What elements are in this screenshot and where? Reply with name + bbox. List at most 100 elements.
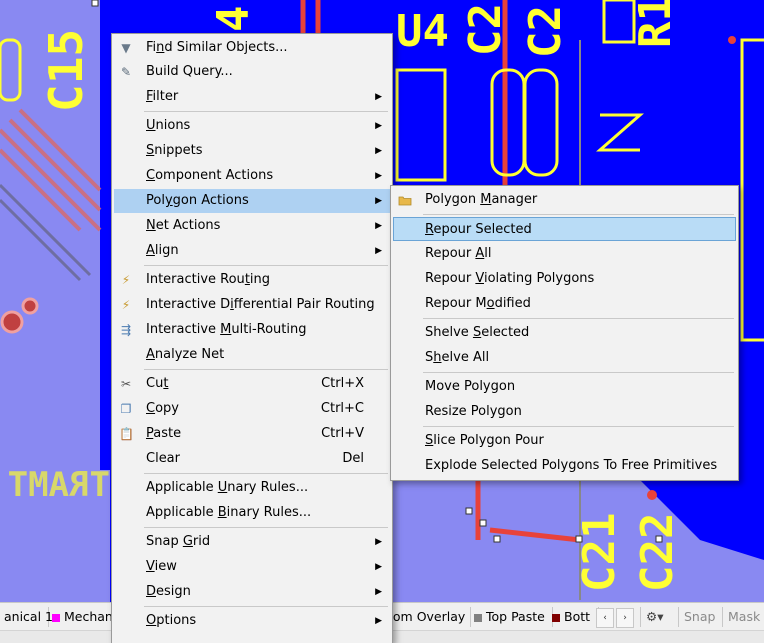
menu-separator <box>423 318 734 319</box>
menu-item-label: Interactive Multi-Routing <box>146 322 307 337</box>
menu-item-interactive-multi-routing[interactable]: ⇶ Interactive Multi-Routing <box>114 318 390 342</box>
menu-item-shelve-all[interactable]: Shelve All <box>393 346 736 370</box>
mask-label: Mask <box>728 609 761 624</box>
menu-item-net-actions[interactable]: Net Actions ▶ <box>114 214 390 238</box>
menu-item-explode-selected-polygons[interactable]: Explode Selected Polygons To Free Primit… <box>393 454 736 478</box>
layer-color-swatch <box>474 613 482 622</box>
menu-item-snap-grid[interactable]: Snap Grid ▶ <box>114 530 390 554</box>
copy-icon: ❐ <box>120 402 132 416</box>
menu-separator <box>423 426 734 427</box>
menu-item-slice-polygon-pour[interactable]: Slice Polygon Pour <box>393 429 736 453</box>
menu-item-polygon-actions[interactable]: Polygon Actions ▶ <box>114 189 390 213</box>
menu-item-label: Snippets <box>146 143 203 158</box>
submenu-arrow-icon: ▶ <box>375 246 382 256</box>
menu-separator <box>423 214 734 215</box>
funnel-icon: ▼ <box>121 41 131 55</box>
layer-tab-label: anical 1 <box>4 609 53 624</box>
menu-item-label: Resize Polygon <box>425 404 522 419</box>
layer-filter-icon: ⚙▾ <box>646 609 664 624</box>
polygon-actions-submenu: Polygon Manager Repour Selected Repour A… <box>390 185 739 481</box>
designator-c22: C22 <box>632 513 683 592</box>
menu-item-label: Cut <box>146 376 169 391</box>
menu-item-shelve-selected[interactable]: Shelve Selected <box>393 321 736 345</box>
menu-item-label: Interactive Routing <box>146 272 271 287</box>
menu-item-cut[interactable]: ✂ Cut Ctrl+X <box>114 372 390 396</box>
menu-item-label: Shelve Selected <box>425 325 530 340</box>
menu-item-options[interactable]: Options ▶ <box>114 609 390 633</box>
menu-item-build-query[interactable]: ✎ Build Query... <box>114 60 390 84</box>
layer-tab-mechanical[interactable]: Mechan <box>48 607 113 627</box>
menu-item-clear[interactable]: Clear Del <box>114 447 390 471</box>
submenu-arrow-icon: ▶ <box>375 562 382 572</box>
via <box>647 490 657 500</box>
menu-item-unions[interactable]: Unions ▶ <box>114 114 390 138</box>
menu-item-label: Component Actions <box>146 168 274 183</box>
menu-item-find-similar-objects[interactable]: ▼ Find Similar Objects... <box>114 36 390 60</box>
menu-separator <box>423 372 734 373</box>
submenu-arrow-icon: ▶ <box>375 221 382 231</box>
menu-item-repour-violating-polygons[interactable]: Repour Violating Polygons <box>393 267 736 291</box>
menu-item-paste[interactable]: 📋 Paste Ctrl+V <box>114 422 390 446</box>
menu-item-move-polygon[interactable]: Move Polygon <box>393 375 736 399</box>
menu-item-repour-modified[interactable]: Repour Modified <box>393 292 736 316</box>
layer-tab-label: Bott <box>564 609 591 624</box>
menu-item-label: Filter <box>146 89 179 104</box>
via <box>728 36 736 44</box>
layer-tab-label: Top Paste <box>486 609 545 624</box>
menu-item-label: Options <box>146 613 197 628</box>
layer-tab-top-paste[interactable]: Top Paste <box>470 607 553 627</box>
diff-pair-icon: ⚡ <box>121 298 131 312</box>
menu-item-label: Applicable Binary Rules... <box>146 505 312 520</box>
layer-tab-label: Mechan <box>64 609 113 624</box>
menu-item-view[interactable]: View ▶ <box>114 555 390 579</box>
menu-separator <box>144 111 388 112</box>
menu-item-label: Repour Selected <box>425 222 532 237</box>
chevron-right-icon: › <box>623 613 627 623</box>
menu-item-copy[interactable]: ❐ Copy Ctrl+C <box>114 397 390 421</box>
menu-item-analyze-net[interactable]: Analyze Net <box>114 343 390 367</box>
menu-item-label: Net Actions <box>146 218 221 233</box>
submenu-arrow-icon: ▶ <box>375 171 382 181</box>
menu-item-label: Applicable Unary Rules... <box>146 480 309 495</box>
layer-tab-label: tom Overlay <box>388 609 466 624</box>
menu-item-interactive-routing[interactable]: ⚡ Interactive Routing <box>114 268 390 292</box>
layer-scroll-left-button[interactable]: ‹ <box>596 608 614 628</box>
menu-item-align[interactable]: Align ▶ <box>114 239 390 263</box>
layer-tab-mechanical-1[interactable]: anical 1 <box>0 607 53 627</box>
menu-item-applicable-binary-rules[interactable]: Applicable Binary Rules... <box>114 501 390 525</box>
menu-item-label: Clear <box>146 451 180 466</box>
menu-item-label: Slice Polygon Pour <box>425 433 544 448</box>
menu-item-snippets[interactable]: Snippets ▶ <box>114 139 390 163</box>
menu-item-label: Paste <box>146 426 182 441</box>
submenu-arrow-icon: ▶ <box>375 146 382 156</box>
menu-item-design[interactable]: Design ▶ <box>114 580 390 604</box>
menu-item-label: Unions <box>146 118 191 133</box>
menu-item-label: Repour Modified <box>425 296 531 311</box>
shortcut-label: Ctrl+C <box>320 401 364 416</box>
designator-r1: R1 <box>630 0 681 48</box>
scissors-icon: ✂ <box>120 377 132 391</box>
shortcut-label: Del <box>342 451 364 466</box>
layer-color-swatch <box>552 613 560 622</box>
menu-item-repour-selected[interactable]: Repour Selected <box>393 217 736 241</box>
route-icon: ⚡ <box>121 273 131 287</box>
layer-tab-bottom[interactable]: Bott <box>548 607 599 627</box>
designator-c2-b: C2 <box>520 5 571 58</box>
layer-color-swatch <box>52 613 60 622</box>
menu-item-filter[interactable]: Filter ▶ <box>114 85 390 109</box>
menu-item-polygon-manager[interactable]: Polygon Manager <box>393 188 736 212</box>
menu-item-component-actions[interactable]: Component Actions ▶ <box>114 164 390 188</box>
menu-item-interactive-differential-pair-routing[interactable]: ⚡ Interactive Differential Pair Routing <box>114 293 390 317</box>
menu-separator <box>144 527 388 528</box>
menu-item-label: Polygon Manager <box>425 192 538 207</box>
submenu-arrow-icon: ▶ <box>375 537 382 547</box>
mask-button[interactable]: Mask <box>722 607 764 627</box>
menu-item-applicable-unary-rules[interactable]: Applicable Unary Rules... <box>114 476 390 500</box>
submenu-arrow-icon: ▶ <box>375 587 382 597</box>
snap-button[interactable]: Snap <box>678 607 720 627</box>
menu-item-repour-all[interactable]: Repour All <box>393 242 736 266</box>
menu-item-label: Align <box>146 243 179 258</box>
menu-item-resize-polygon[interactable]: Resize Polygon <box>393 400 736 424</box>
layer-scroll-right-button[interactable]: › <box>616 608 634 628</box>
layer-tab-bottom-overlay[interactable]: tom Overlay <box>384 607 471 627</box>
